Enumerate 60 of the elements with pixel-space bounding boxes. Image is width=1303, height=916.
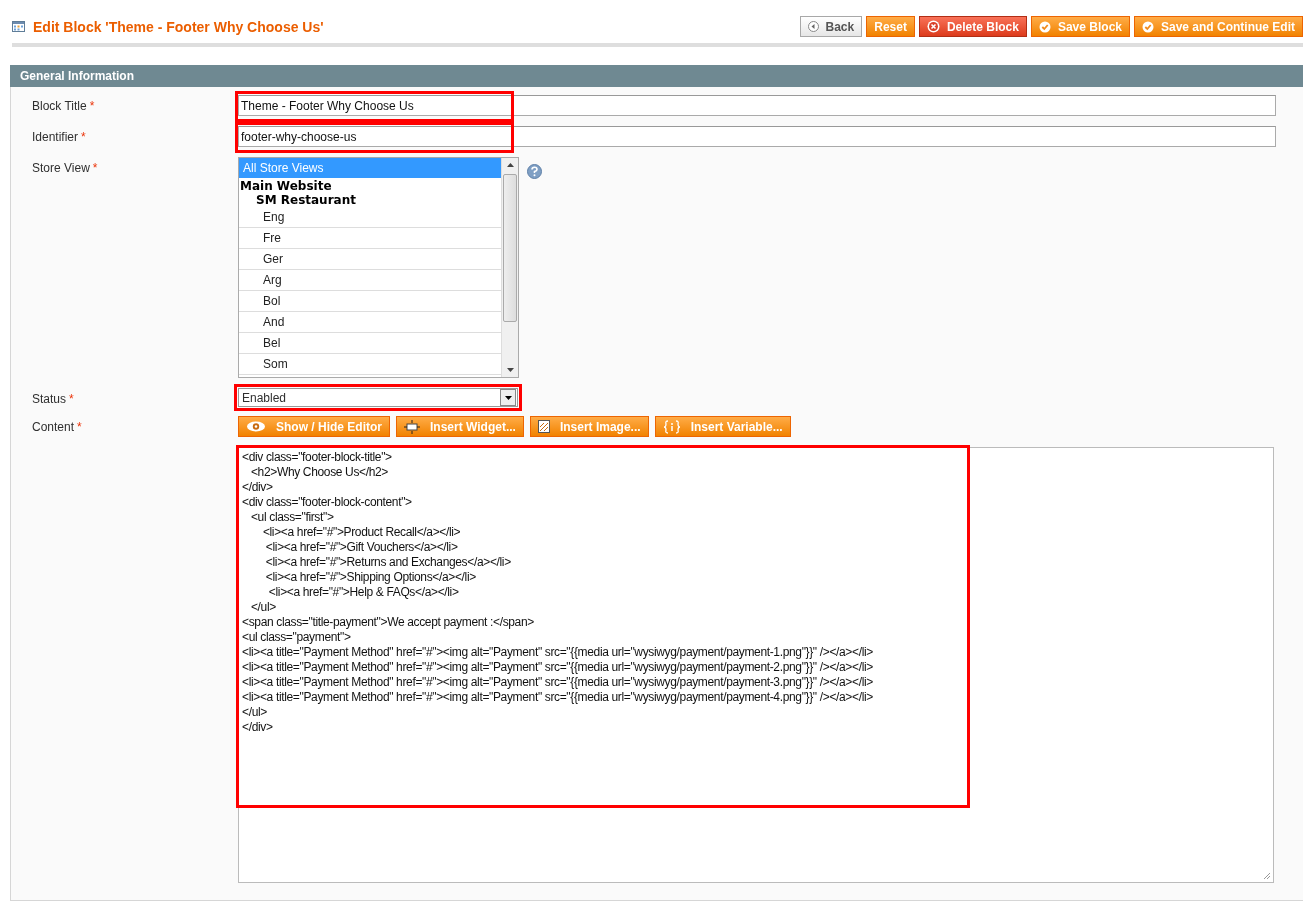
block-grid-icon <box>12 21 25 32</box>
code-line: </div> <box>242 720 274 735</box>
field-label: Identifier <box>32 130 79 144</box>
code-line: <li><a title="Payment Method" href="#"><img alt="Payment" src="{{media url="wysiwyg/payment/payment-1.png"}}" /></a></li> <box>242 645 874 660</box>
field-label: Status <box>32 392 67 406</box>
status-select[interactable]: Enabled <box>238 388 518 407</box>
code-line: <li><a href="#">Shipping Options</a></li> <box>264 570 477 585</box>
code-line: <span class="title-payment">We accept payment :</span> <box>242 615 535 630</box>
resize-grip-icon[interactable] <box>1263 872 1271 880</box>
text-field[interactable]: Theme - Footer Why Choose Us <box>238 95 1276 116</box>
text-field[interactable]: footer-why-choose-us <box>238 126 1276 147</box>
code-line: <li><a title="Payment Method" href="#"><img alt="Payment" src="{{media url="wysiwyg/payment/payment-2.png"}}" /></a></li> <box>242 660 874 675</box>
field-label: Block Title <box>32 99 87 113</box>
section-header: General Information <box>10 65 1303 87</box>
store-view-list[interactable]: All Store Views Main Website SM Restaurant Eng Fre Ger Arg Bol And Bel Som <box>238 157 519 378</box>
code-line: <li><a href="#">Product Recall</a></li> <box>261 525 462 540</box>
store-option[interactable]: Bel <box>239 333 501 354</box>
code-line: <ul class="payment"> <box>242 630 352 645</box>
store-option[interactable]: Som <box>239 354 501 375</box>
store-option[interactable]: And <box>239 312 501 333</box>
braces-icon <box>662 419 681 434</box>
required-mark: * <box>69 392 74 406</box>
code-line: <li><a title="Payment Method" href="#"><img alt="Payment" src="{{media url="wysiwyg/payment/payment-3.png"}}" /></a></li> <box>242 675 874 690</box>
image-icon <box>537 420 550 433</box>
code-line: <li><a title="Payment Method" href="#"><img alt="Payment" src="{{media url="wysiwyg/payment/payment-4.png"}}" /></a></li> <box>242 690 874 705</box>
content-textarea[interactable] <box>238 447 1274 883</box>
store-option[interactable]: Arg <box>239 270 501 291</box>
store-option[interactable]: Ger <box>239 249 501 270</box>
option-group-label: SM Restaurant <box>255 193 357 207</box>
close-icon <box>926 20 940 33</box>
store-option[interactable]: Eng <box>239 207 501 228</box>
help-icon[interactable] <box>527 164 542 179</box>
code-line: <ul class="first"> <box>249 510 335 525</box>
back-button[interactable]: Back <box>799 16 863 37</box>
store-option[interactable]: Fre <box>239 228 501 249</box>
required-mark: * <box>77 420 82 434</box>
code-line: <li><a href="#">Returns and Exchanges</a></li> <box>264 555 512 570</box>
required-mark: * <box>89 99 95 113</box>
code-line: <div class="footer-block-content"> <box>242 495 413 510</box>
code-line: <li><a href="#">Help & FAQs</a></li> <box>267 585 460 600</box>
required-mark: * <box>92 161 98 175</box>
code-line: </ul> <box>242 705 268 720</box>
field-label: Content <box>32 420 75 434</box>
code-line: <div class="footer-block-title"> <box>242 450 393 465</box>
code-line: <h2>Why Choose Us</h2> <box>249 465 389 480</box>
required-mark: * <box>81 130 86 144</box>
code-line: </ul> <box>249 600 277 615</box>
eye-icon <box>246 421 266 432</box>
checkmark-icon <box>1142 20 1154 33</box>
page-title: Edit Block 'Theme - Footer Why Choose Us' <box>33 18 324 35</box>
scrollbar-thumb[interactable] <box>503 174 517 322</box>
option-group-label: Main Website <box>239 179 333 193</box>
dropdown-caret-icon <box>504 395 512 400</box>
code-line: </div> <box>242 480 274 495</box>
checkmark-icon <box>1038 20 1051 33</box>
field-label: Store View <box>32 161 90 175</box>
widget-icon <box>404 419 420 434</box>
store-option[interactable]: Bol <box>239 291 501 312</box>
delete-button[interactable]: Delete Block <box>918 16 1027 37</box>
code-line: <li><a href="#">Gift Vouchers</a></li> <box>264 540 459 555</box>
